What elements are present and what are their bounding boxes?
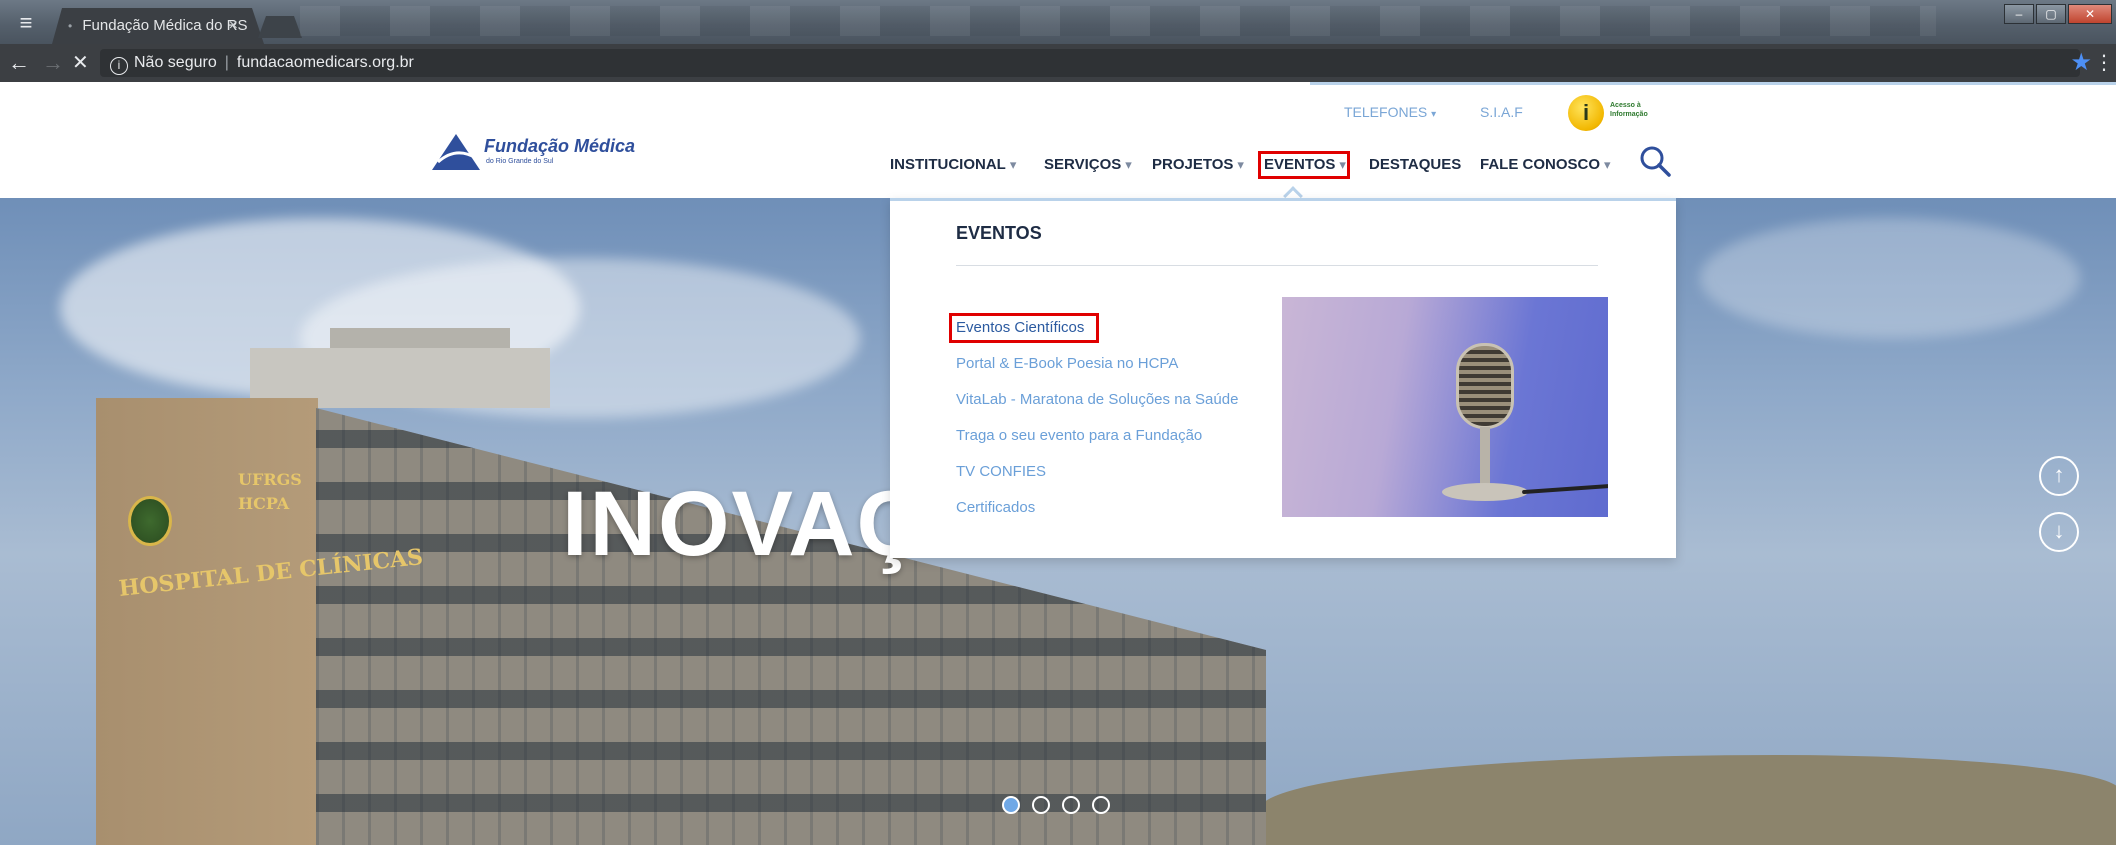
slider-dot[interactable] bbox=[1092, 796, 1110, 814]
acesso-informacao[interactable]: i Acesso à Informação bbox=[1568, 95, 1658, 135]
security-label: Não seguro bbox=[134, 54, 217, 71]
url-separator: | bbox=[224, 54, 229, 71]
link-certificados[interactable]: Certificados bbox=[956, 499, 1035, 516]
eventos-dropdown: EVENTOS Eventos Científicos Portal & E-B… bbox=[890, 198, 1676, 558]
tab-close-icon[interactable]: × bbox=[229, 8, 238, 44]
acesso-label: Acesso à Informação bbox=[1610, 101, 1648, 119]
slider-dots bbox=[1002, 796, 1110, 814]
logo-name: Fundação Médica bbox=[484, 136, 636, 156]
scroll-down-button[interactable]: ↓ bbox=[2039, 512, 2079, 552]
search-icon[interactable] bbox=[1638, 144, 1672, 178]
caret-icon: ▾ bbox=[1431, 109, 1437, 120]
address-bar: ← → ✕ i Não seguro | fundacaomedicars.org.b… bbox=[0, 44, 2116, 82]
microphone-head bbox=[1456, 343, 1514, 429]
link-vitalab[interactable]: VitaLab - Maratona de Soluções na Saúde bbox=[956, 391, 1238, 408]
tab-title: Fundação Médica do RS bbox=[82, 17, 248, 34]
building-side bbox=[96, 398, 318, 845]
util-nav-label: TELEFONES bbox=[1344, 104, 1428, 120]
nav-label: INSTITUCIONAL bbox=[890, 156, 1006, 173]
new-tab-button[interactable] bbox=[258, 16, 302, 38]
nav-fale-conosco[interactable]: FALE CONOSCO ▾ bbox=[1480, 156, 1611, 173]
nav-label: SERVIÇOS bbox=[1044, 156, 1122, 173]
nav-label: PROJETOS bbox=[1152, 156, 1234, 173]
nav-projetos[interactable]: PROJETOS ▾ bbox=[1152, 156, 1244, 173]
hills bbox=[1260, 755, 2116, 845]
url-text: fundacaomedicars.org.br bbox=[236, 54, 414, 71]
slider-dot[interactable] bbox=[1032, 796, 1050, 814]
scroll-up-button[interactable]: ↑ bbox=[2039, 456, 2079, 496]
cloud bbox=[1700, 218, 2080, 338]
browser-tabstrip: ≡ • Fundação Médica do RS × – ▢ ✕ bbox=[0, 0, 2116, 44]
nav-destaques[interactable]: DESTAQUES bbox=[1369, 156, 1461, 173]
microphone-stem bbox=[1480, 427, 1490, 487]
microphone-cable bbox=[1521, 483, 1608, 495]
nav-servicos[interactable]: SERVIÇOS ▾ bbox=[1044, 156, 1132, 173]
link-tv-confies[interactable]: TV CONFIES bbox=[956, 463, 1046, 480]
slider-dot[interactable] bbox=[1062, 796, 1080, 814]
building-sign-line: UFRGS bbox=[238, 470, 302, 489]
eventos-highlight-box bbox=[1258, 151, 1350, 179]
url-field[interactable]: i Não seguro | fundacaomedicars.org.br bbox=[100, 49, 2080, 77]
building-emblem bbox=[128, 496, 172, 546]
hero-title: INOVAÇ bbox=[562, 473, 925, 575]
maximize-button[interactable]: ▢ bbox=[2036, 4, 2066, 24]
nav-institucional[interactable]: INSTITUCIONAL ▾ bbox=[890, 156, 1016, 173]
info-icon: i bbox=[1568, 95, 1604, 131]
building-sign-small: UFRGS HCPA bbox=[238, 468, 302, 516]
caret-icon: ▾ bbox=[1604, 157, 1611, 172]
microphone-image bbox=[1282, 297, 1608, 517]
minimize-button[interactable]: – bbox=[2004, 4, 2034, 24]
header-accent-line bbox=[1310, 82, 2116, 85]
nav-label: FALE CONOSCO bbox=[1480, 156, 1601, 173]
forward-icon[interactable]: → bbox=[42, 50, 64, 76]
building-sign-line: HCPA bbox=[238, 494, 290, 513]
stop-icon[interactable]: ✕ bbox=[72, 50, 89, 76]
util-nav-siaf[interactable]: S.I.A.F bbox=[1480, 104, 1523, 120]
util-nav-telefones[interactable]: TELEFONES ▾ bbox=[1344, 104, 1436, 120]
window-controls: – ▢ ✕ bbox=[2004, 4, 2112, 24]
caret-icon: ▾ bbox=[1237, 157, 1244, 172]
browser-tab[interactable]: • Fundação Médica do RS × bbox=[52, 8, 264, 44]
nav-label: DESTAQUES bbox=[1369, 156, 1462, 173]
microphone-base bbox=[1442, 483, 1528, 501]
bookmark-star-icon[interactable]: ★ bbox=[2070, 48, 2092, 77]
divider bbox=[956, 265, 1598, 266]
logo-subtitle: do Rio Grande do Sul bbox=[486, 158, 554, 165]
site-logo[interactable]: Fundação Médica do Rio Grande do Sul bbox=[430, 132, 635, 176]
link-poesia-hcpa[interactable]: Portal & E-Book Poesia no HCPA bbox=[956, 355, 1178, 372]
tab-loading-icon: • bbox=[68, 19, 73, 33]
eventos-cientificos-highlight-box bbox=[949, 313, 1099, 343]
slider-dot[interactable] bbox=[1002, 796, 1020, 814]
browser-menu-icon[interactable]: ≡ bbox=[6, 10, 46, 36]
acesso-label-line2: Informação bbox=[1610, 111, 1648, 118]
info-icon[interactable]: i bbox=[110, 57, 128, 75]
dropdown-title: EVENTOS bbox=[956, 223, 1042, 243]
back-icon[interactable]: ← bbox=[8, 50, 30, 76]
caret-icon: ▾ bbox=[1009, 157, 1017, 172]
caret-icon: ▾ bbox=[1125, 157, 1132, 172]
acesso-label-line1: Acesso à bbox=[1610, 102, 1641, 109]
close-window-button[interactable]: ✕ bbox=[2068, 4, 2112, 24]
logo-mark-icon bbox=[432, 134, 480, 170]
site-header: Fundação Médica do Rio Grande do Sul TEL… bbox=[0, 82, 2116, 198]
link-traga-evento[interactable]: Traga o seu evento para a Fundação bbox=[956, 427, 1202, 444]
more-icon[interactable]: ⋮ bbox=[2094, 50, 2114, 75]
